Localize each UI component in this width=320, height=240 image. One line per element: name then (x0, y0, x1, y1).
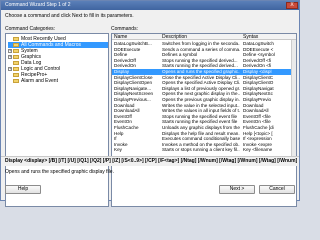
command-name-cell: Key (114, 147, 122, 153)
next-button[interactable]: Next > (219, 185, 255, 194)
folder-icon (13, 42, 19, 47)
table-row[interactable]: Key Starts or stops running a client key … (112, 147, 296, 153)
category-item[interactable]: Alarm and Event (8, 78, 108, 84)
categories-label: Command Categories: (5, 26, 56, 32)
commands-label: Commands: (111, 26, 138, 32)
column-header-syntax[interactable]: Syntax (243, 34, 296, 40)
close-button[interactable]: X (286, 2, 298, 9)
close-icon: X (290, 2, 294, 8)
expander-icon[interactable]: + (8, 66, 12, 71)
folder-icon (13, 36, 19, 41)
expander-icon[interactable]: + (8, 54, 12, 59)
syntax-text: Display <display> [/B] [/T] [/U] [/Q1] [… (5, 158, 297, 164)
vertical-scrollbar[interactable] (291, 40, 296, 158)
folder-icon (13, 60, 19, 65)
expander-icon[interactable] (8, 61, 12, 65)
help-button[interactable]: Help (5, 185, 41, 194)
expander-icon[interactable] (8, 73, 12, 77)
category-tree[interactable]: Most Recently Used All Commands and Macr… (5, 33, 109, 207)
cancel-button[interactable]: Cancel (259, 185, 295, 194)
column-header-description[interactable]: Description (162, 34, 240, 40)
list-header: Name Description Syntax (112, 34, 296, 40)
command-syntax-cell: Key <filename (243, 147, 273, 153)
window-title: Command Wizard Step 1 of 2 (5, 2, 71, 8)
title-bar: Command Wizard Step 1 of 2 X (1, 1, 299, 10)
category-label: Alarm and Event (21, 78, 58, 84)
description-text: Opens and runs the specified graphic dis… (5, 169, 114, 175)
folder-icon (13, 72, 19, 77)
command-description-cell: Starts or stops running a client key fil… (162, 147, 240, 153)
folder-icon (13, 66, 19, 71)
column-header-name[interactable]: Name (114, 34, 158, 40)
instruction-text: Choose a command and click Next to fill … (5, 13, 134, 19)
folder-icon (13, 48, 19, 53)
commands-list[interactable]: Name Description Syntax DataLogSwitchB..… (111, 33, 297, 207)
expander-icon[interactable] (8, 43, 12, 47)
expander-icon[interactable] (8, 79, 12, 83)
expander-icon[interactable] (8, 37, 12, 41)
folder-icon (13, 78, 19, 83)
folder-icon (13, 54, 19, 59)
command-wizard-window: Command Wizard Step 1 of 2 X Choose a co… (0, 0, 300, 207)
expander-icon[interactable]: + (8, 48, 12, 53)
